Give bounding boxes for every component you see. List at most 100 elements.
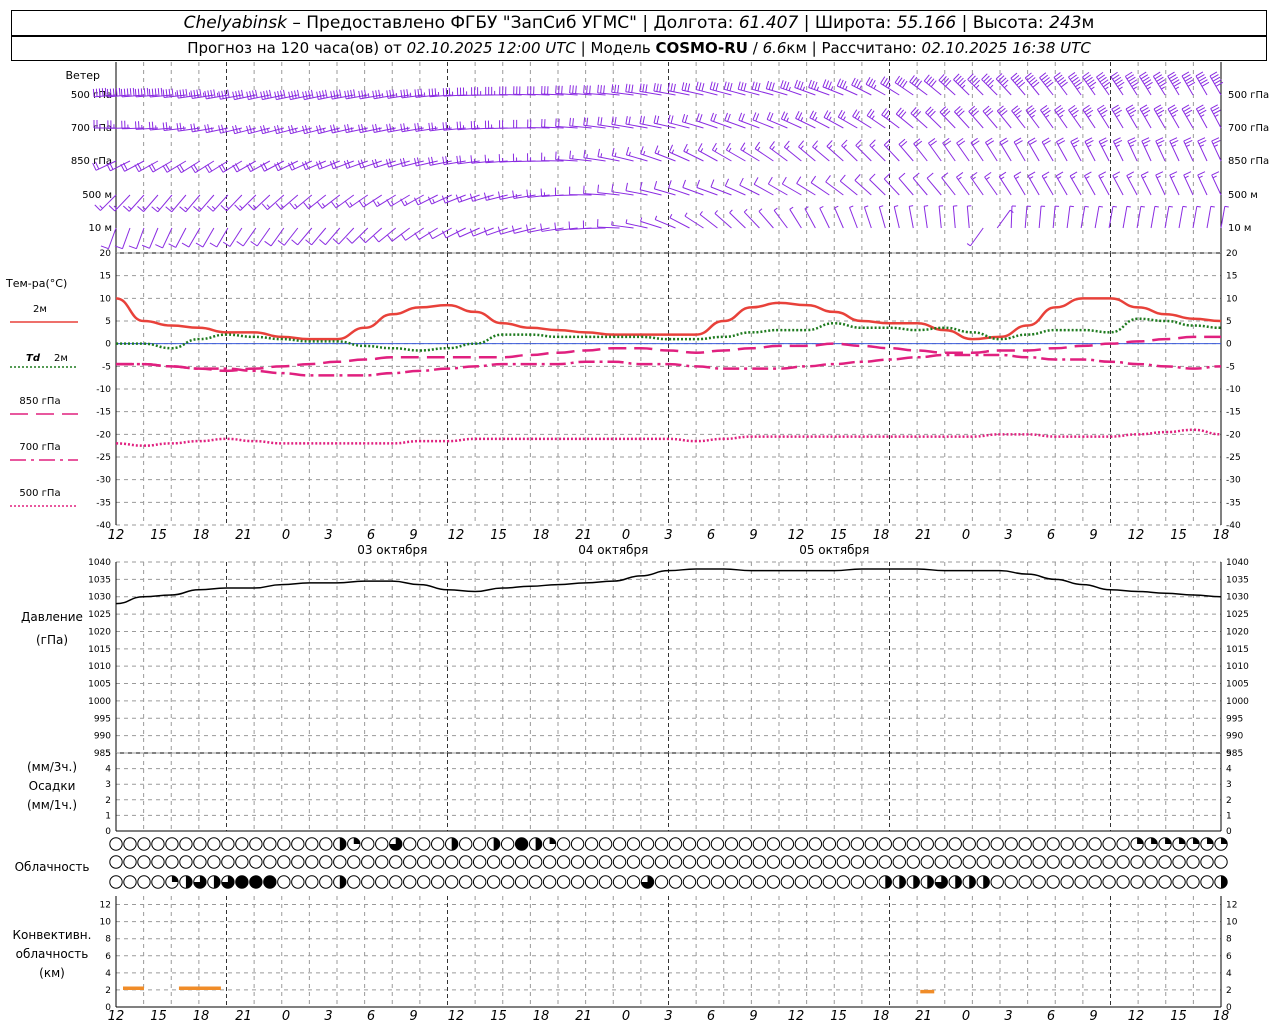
wind-barb-flag [751, 81, 755, 90]
wind-barb [569, 150, 592, 162]
wind-barb-staff [1138, 76, 1152, 96]
wind-barb-flag [260, 91, 263, 100]
wind-barb-flag [771, 82, 775, 91]
wind-barb [1155, 137, 1166, 162]
cloud-circle [934, 837, 948, 851]
wind-barb-staff [1167, 75, 1180, 96]
wind-barb-flag [555, 118, 557, 127]
cloud-circle [640, 837, 655, 851]
time-axis-label: 15 [490, 528, 507, 543]
cloud-symbol [542, 855, 557, 869]
time-axis-label-bottom: 0 [282, 1009, 290, 1024]
wind-barb-staff [1112, 141, 1124, 162]
wind-barb-flag [870, 79, 876, 88]
wind-barb-half-flag [814, 145, 818, 150]
wind-barb-flag [1212, 139, 1221, 145]
cloud-symbol [458, 837, 473, 851]
cloud-circle [808, 837, 823, 851]
wind-barb [1025, 105, 1040, 129]
cloud-symbol [333, 875, 347, 889]
wind-barb-staff [1108, 206, 1114, 229]
cloud-symbol [1088, 855, 1102, 869]
cloud-circle [556, 875, 571, 889]
temp-ytick-label: 5 [105, 317, 111, 327]
wind-barb-staff [952, 206, 956, 229]
cloud-circle [277, 875, 291, 889]
cloud-symbol [878, 837, 893, 851]
pressure-ytick-label: 1005 [88, 680, 111, 690]
wind-barb-flag [656, 115, 660, 124]
wind-barb-flag [781, 176, 787, 185]
cloud-symbol [431, 875, 445, 889]
conv-ytick-label: 0 [105, 1003, 111, 1013]
wind-barb-half-flag [879, 205, 884, 208]
wind-barb [1083, 171, 1096, 196]
cloud-symbol [640, 837, 655, 851]
pressure-ytick-label-right: 1020 [1226, 627, 1249, 637]
cloud-circle [500, 875, 515, 889]
cloud-circle [361, 875, 375, 889]
wind-barb-flag [431, 88, 434, 97]
wind-barb-flag [645, 84, 648, 93]
wind-barb-staff [810, 182, 830, 196]
wind-barb-staff [898, 143, 914, 162]
wind-barb [1181, 104, 1194, 129]
cloud-symbol [1018, 855, 1032, 869]
cloud-fill [235, 875, 249, 889]
wind-barb [498, 154, 522, 163]
wind-barb [120, 160, 145, 172]
wind-barb [275, 194, 299, 210]
wind-barb-staff [699, 214, 718, 229]
cloud-symbol [109, 855, 123, 869]
wind-barb-flag [555, 85, 557, 94]
cloud-symbol [892, 875, 906, 889]
wind-barb-staff [998, 176, 1012, 196]
wind-barb-staff [910, 112, 928, 129]
cloud-fill [1151, 837, 1158, 844]
wind-barb-flag [754, 82, 758, 91]
wind-barb-flag [1084, 171, 1092, 177]
time-axis-label-bottom: 0 [962, 1009, 970, 1024]
cloud-circle [598, 855, 613, 869]
wind-barb [754, 141, 774, 162]
cloud-circle [710, 875, 725, 889]
wind-barb-half-flag [1172, 114, 1177, 118]
wind-barb-half-flag [742, 147, 746, 152]
wind-barb-half-flag [1071, 176, 1076, 179]
wind-barb-staff [849, 207, 858, 229]
wind-barb-flag [148, 88, 151, 97]
wind-barb-half-flag [1016, 114, 1021, 119]
cloud-circle [836, 837, 851, 851]
cloud-symbol [179, 875, 193, 889]
wind-barb-half-flag [654, 215, 658, 220]
wind-barb-half-flag [127, 206, 132, 210]
wind-barb-staff [338, 227, 355, 245]
wind-barb-flag [780, 80, 784, 88]
wind-barb [611, 84, 634, 96]
wind-barb-staff [941, 177, 956, 196]
wind-barb-flag [204, 124, 207, 133]
wind-barb [470, 120, 494, 130]
wind-barb-flag [372, 90, 375, 99]
wind-barb-flag [154, 88, 157, 97]
cloud-symbol [1074, 875, 1088, 889]
wind-barb-half-flag [381, 93, 384, 98]
wind-barb-flag [561, 85, 563, 94]
wind-barb-half-flag [377, 201, 381, 206]
cloud-circle [472, 837, 487, 851]
wind-barb-flag [134, 164, 140, 172]
wind-barb-staff [923, 206, 928, 229]
cloud-circle [1060, 837, 1074, 851]
wind-barb-half-flag [961, 84, 966, 89]
time-axis-label-bottom: 6 [1047, 1009, 1055, 1024]
wind-barb-half-flag [404, 200, 408, 205]
cloud-symbol [1046, 837, 1060, 851]
time-axis-label-bottom: 12 [788, 1009, 805, 1024]
wind-barb-flag [120, 88, 123, 97]
wind-barb-flag [631, 84, 634, 93]
wind-barb [681, 113, 704, 129]
wind-barb [1040, 105, 1054, 129]
wind-barb-flag [611, 147, 615, 156]
wind-barb [114, 227, 131, 250]
cloud-circle [640, 855, 655, 869]
